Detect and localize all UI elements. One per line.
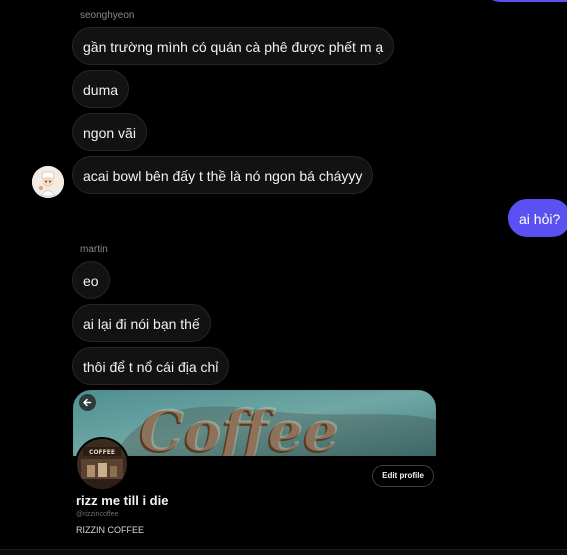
message-bubble[interactable]: thôi để t nổ cái địa chỉ bbox=[72, 347, 230, 385]
profile-avatar-label: COFFEE bbox=[89, 449, 115, 456]
message-bubble[interactable]: gần trường mình có quán cà phê được phết… bbox=[72, 27, 395, 65]
profile-banner-image: Coffee Coffee bbox=[73, 390, 436, 456]
edit-profile-button[interactable]: Edit profile bbox=[372, 465, 434, 487]
avatar-illustration bbox=[32, 166, 64, 198]
message-bubble[interactable]: ai lại đi nói bạn thế bbox=[72, 304, 211, 342]
previous-sent-message-bubble[interactable] bbox=[484, 0, 567, 2]
profile-avatar[interactable]: COFFEE bbox=[75, 437, 129, 491]
svg-text:Coffee: Coffee bbox=[140, 398, 340, 456]
sender-name: martin bbox=[80, 244, 108, 255]
sender-name: seonghyeon bbox=[80, 10, 135, 21]
profile-handle: @rizzincoffee bbox=[76, 511, 119, 518]
sender-avatar[interactable] bbox=[32, 166, 64, 198]
profile-bio: RIZZIN COFFEE bbox=[76, 525, 144, 535]
profile-name: rizz me till i die bbox=[76, 493, 169, 508]
shared-profile-card[interactable]: Coffee Coffee COFFEE Edit profile rizz m… bbox=[73, 390, 436, 554]
message-bubble[interactable]: ngon vãi bbox=[72, 113, 147, 151]
message-composer-edge bbox=[0, 549, 567, 555]
message-bubble[interactable]: acai bowl bên đấy t thề là nó ngon bá ch… bbox=[72, 156, 374, 194]
message-bubble[interactable]: duma bbox=[72, 70, 130, 108]
message-bubble[interactable]: eo bbox=[72, 261, 110, 299]
back-arrow-icon[interactable] bbox=[79, 394, 96, 411]
sent-message-bubble[interactable]: ai hỏi? bbox=[508, 199, 567, 237]
